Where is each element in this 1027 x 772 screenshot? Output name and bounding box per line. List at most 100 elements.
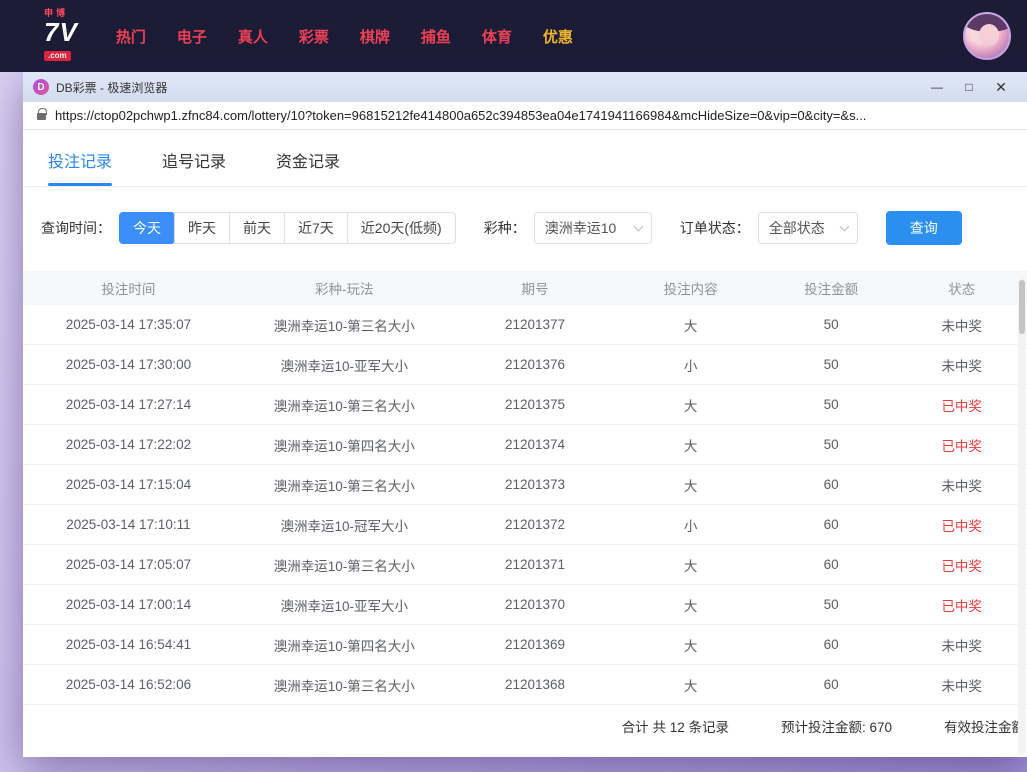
table-cell: 已中奖 bbox=[896, 395, 1027, 415]
search-button[interactable]: 查询 bbox=[886, 211, 962, 245]
table-cell: 21201372 bbox=[455, 517, 616, 532]
table-cell: 60 bbox=[766, 677, 897, 692]
user-avatar[interactable] bbox=[963, 12, 1011, 60]
nav-item[interactable]: 电子 bbox=[177, 26, 207, 47]
table-cell: 未中奖 bbox=[896, 315, 1027, 335]
table-cell: 小 bbox=[615, 355, 766, 375]
time-filter-group: 今天昨天前天近7天近20天(低频) bbox=[119, 212, 456, 244]
table-cell: 未中奖 bbox=[896, 635, 1027, 655]
order-status-value: 全部状态 bbox=[769, 218, 825, 238]
table-cell: 2025-03-14 17:27:14 bbox=[23, 397, 234, 412]
table-cell: 已中奖 bbox=[896, 595, 1027, 615]
table-cell: 2025-03-14 16:52:06 bbox=[23, 677, 234, 692]
table-cell: 已中奖 bbox=[896, 515, 1027, 535]
table-cell: 21201373 bbox=[455, 477, 616, 492]
table-cell: 21201374 bbox=[455, 437, 616, 452]
column-header: 彩种-玩法 bbox=[234, 278, 455, 298]
table-row: 2025-03-14 16:52:06澳洲幸运10-第三名大小21201368大… bbox=[23, 665, 1027, 705]
time-filter-option[interactable]: 今天 bbox=[119, 212, 175, 244]
bet-records-table: 投注时间彩种-玩法期号投注内容投注金额状态 2025-03-14 17:35:0… bbox=[23, 271, 1027, 747]
table-cell: 大 bbox=[615, 435, 766, 455]
tab-fund-records[interactable]: 资金记录 bbox=[276, 148, 340, 186]
table-row: 2025-03-14 17:05:07澳洲幸运10-第三名大小21201371大… bbox=[23, 545, 1027, 585]
table-header-row: 投注时间彩种-玩法期号投注内容投注金额状态 bbox=[23, 271, 1027, 305]
lottery-select[interactable]: 澳洲幸运10 bbox=[534, 212, 652, 244]
table-cell: 21201368 bbox=[455, 677, 616, 692]
nav-item[interactable]: 优惠 bbox=[543, 26, 573, 47]
table-cell: 50 bbox=[766, 597, 897, 612]
table-cell: 2025-03-14 17:00:14 bbox=[23, 597, 234, 612]
table-cell: 澳洲幸运10-第四名大小 bbox=[234, 435, 455, 455]
column-header: 投注金额 bbox=[766, 278, 897, 298]
footer-total-records: 合计 共 12 条记录 bbox=[622, 716, 729, 736]
nav-item[interactable]: 热门 bbox=[116, 26, 146, 47]
vertical-scrollbar[interactable] bbox=[1018, 277, 1026, 755]
table-cell: 大 bbox=[615, 395, 766, 415]
table-cell: 已中奖 bbox=[896, 555, 1027, 575]
desktop-background: 申博 7V .com 热门 电子 真人 彩票 棋牌 捕鱼 体育 优惠 D DB彩票 - 极速浏… bbox=[0, 0, 1027, 772]
url-text[interactable]: https://ctop02pchwp1.zfnc84.com/lottery/… bbox=[55, 108, 866, 123]
table-cell: 大 bbox=[615, 315, 766, 335]
time-filter-option[interactable]: 昨天 bbox=[174, 212, 230, 244]
table-cell: 大 bbox=[615, 475, 766, 495]
table-row: 2025-03-14 16:54:41澳洲幸运10-第四名大小21201369大… bbox=[23, 625, 1027, 665]
site-logo[interactable]: 申博 7V .com bbox=[44, 9, 78, 63]
table-cell: 澳洲幸运10-亚军大小 bbox=[234, 595, 455, 615]
lottery-select-value: 澳洲幸运10 bbox=[545, 218, 617, 238]
time-filter-option[interactable]: 近20天(低频) bbox=[347, 212, 456, 244]
table-cell: 未中奖 bbox=[896, 675, 1027, 695]
filter-bar: 查询时间： 今天昨天前天近7天近20天(低频) 彩种： 澳洲幸运10 订单状态：… bbox=[23, 187, 1027, 245]
table-footer: 合计 共 12 条记录 预计投注金额: 670 有效投注金额 bbox=[23, 705, 1027, 747]
close-button[interactable]: ✕ bbox=[985, 75, 1017, 99]
time-filter-option[interactable]: 近7天 bbox=[284, 212, 348, 244]
lottery-filter-label: 彩种： bbox=[484, 218, 526, 238]
table-row: 2025-03-14 17:30:00澳洲幸运10-亚军大小21201376小5… bbox=[23, 345, 1027, 385]
table-cell: 未中奖 bbox=[896, 355, 1027, 375]
lock-icon bbox=[37, 113, 46, 120]
table-cell: 60 bbox=[766, 477, 897, 492]
minimize-button[interactable]: — bbox=[921, 75, 953, 99]
time-filter-label: 查询时间： bbox=[41, 218, 111, 238]
table-row: 2025-03-14 17:15:04澳洲幸运10-第三名大小21201373大… bbox=[23, 465, 1027, 505]
window-controls: — □ ✕ bbox=[921, 75, 1017, 99]
table-row: 2025-03-14 17:00:14澳洲幸运10-亚军大小21201370大5… bbox=[23, 585, 1027, 625]
chevron-down-icon bbox=[839, 221, 849, 231]
nav-item[interactable]: 真人 bbox=[238, 26, 268, 47]
table-row: 2025-03-14 17:35:07澳洲幸运10-第三名大小21201377大… bbox=[23, 305, 1027, 345]
table-body: 2025-03-14 17:35:07澳洲幸运10-第三名大小21201377大… bbox=[23, 305, 1027, 705]
time-filter-option[interactable]: 前天 bbox=[229, 212, 285, 244]
tab-chase-records[interactable]: 追号记录 bbox=[162, 148, 226, 186]
table-cell: 50 bbox=[766, 437, 897, 452]
nav-item[interactable]: 棋牌 bbox=[360, 26, 390, 47]
table-cell: 澳洲幸运10-亚军大小 bbox=[234, 355, 455, 375]
table-cell: 21201371 bbox=[455, 557, 616, 572]
table-cell: 澳洲幸运10-冠军大小 bbox=[234, 515, 455, 535]
url-bar[interactable]: https://ctop02pchwp1.zfnc84.com/lottery/… bbox=[23, 102, 1027, 130]
window-titlebar[interactable]: D DB彩票 - 极速浏览器 — □ ✕ bbox=[23, 72, 1027, 102]
table-cell: 大 bbox=[615, 595, 766, 615]
table-cell: 2025-03-14 16:54:41 bbox=[23, 637, 234, 652]
nav-item[interactable]: 捕鱼 bbox=[421, 26, 451, 47]
table-row: 2025-03-14 17:27:14澳洲幸运10-第三名大小21201375大… bbox=[23, 385, 1027, 425]
table-cell: 2025-03-14 17:05:07 bbox=[23, 557, 234, 572]
footer-expected-amount: 预计投注金额: 670 bbox=[781, 716, 892, 736]
table-cell: 21201370 bbox=[455, 597, 616, 612]
tab-bar: 投注记录 追号记录 资金记录 bbox=[23, 130, 1027, 187]
nav-item[interactable]: 彩票 bbox=[299, 26, 329, 47]
table-cell: 21201376 bbox=[455, 357, 616, 372]
table-cell: 60 bbox=[766, 637, 897, 652]
footer-valid-amount: 有效投注金额 bbox=[944, 716, 1025, 736]
chevron-down-icon bbox=[633, 221, 643, 231]
scrollbar-thumb[interactable] bbox=[1019, 280, 1025, 334]
table-cell: 大 bbox=[615, 555, 766, 575]
tab-bet-records[interactable]: 投注记录 bbox=[48, 148, 112, 186]
table-cell: 21201375 bbox=[455, 397, 616, 412]
order-status-select[interactable]: 全部状态 bbox=[758, 212, 858, 244]
page-content: 投注记录 追号记录 资金记录 查询时间： 今天昨天前天近7天近20天(低频) 彩… bbox=[23, 130, 1027, 757]
table-cell: 2025-03-14 17:30:00 bbox=[23, 357, 234, 372]
nav-item[interactable]: 体育 bbox=[482, 26, 512, 47]
main-nav: 热门 电子 真人 彩票 棋牌 捕鱼 体育 优惠 bbox=[116, 26, 573, 47]
maximize-button[interactable]: □ bbox=[953, 75, 985, 99]
logo-sub-text: .com bbox=[44, 51, 71, 61]
table-cell: 50 bbox=[766, 357, 897, 372]
